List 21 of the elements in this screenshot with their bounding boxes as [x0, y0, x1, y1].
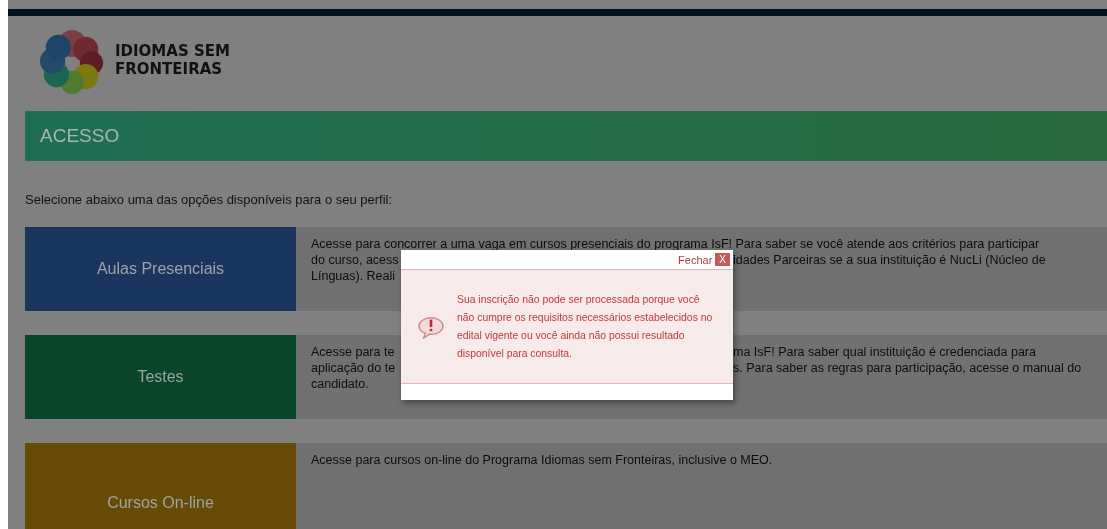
description-text: Acesse para concorrer a uma vaga em cursos presenciais do programa IsF! Para saber se você atende aos critérios para participar: [311, 236, 1040, 252]
logo-text: IDIOMAS SEM: [115, 42, 230, 60]
description-text: Acesse para cursos on-line do Programa Idiomas sem Fronteiras, inclusive o MEO.: [311, 452, 773, 468]
option-tile[interactable]: Cursos On-line: [25, 443, 296, 529]
description-text: s. Para saber as regras para participação, acesse o manual do: [733, 360, 1082, 376]
option-tile[interactable]: Testes: [25, 335, 296, 419]
close-button[interactable]: X: [715, 253, 730, 266]
intro-text: Selecione abaixo uma das opções disponíveis para o seu perfil:: [25, 192, 394, 207]
description-text: idades Parceiras se a sua instituição é NucLi (Núcleo de: [733, 252, 1046, 268]
warning-icon: [417, 314, 445, 339]
description-text: Línguas). Reali: [311, 268, 396, 284]
section-header: ACESSO: [25, 111, 1107, 161]
description-text: candidato.: [311, 376, 369, 392]
error-message: Sua inscrição não pode ser processada porque você não cumpre os requisitos necessários estabelecidos no edital vigente ou você ainda não possui resultado disponível para consulta.: [457, 292, 714, 361]
description-text: do curso, acess: [311, 252, 400, 268]
description-text: Acesse para te: [311, 344, 396, 360]
description-text: aplicação do te: [311, 360, 397, 376]
logo-text: FRONTEIRAS: [115, 60, 224, 78]
option-tile[interactable]: Aulas Presenciais: [25, 227, 296, 311]
close-link[interactable]: Fechar: [678, 253, 713, 266]
description-text: ma IsF! Para saber qual instituição é credenciada para: [733, 344, 1036, 360]
